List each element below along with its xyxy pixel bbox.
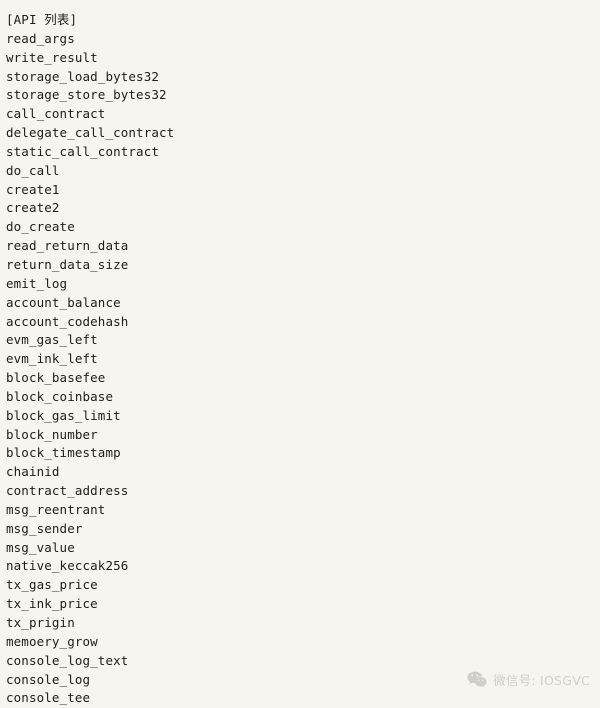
api-listing: [API 列表] read_argswrite_resultstorage_lo… — [0, 0, 600, 702]
api-list-item: call_contract — [6, 105, 600, 124]
api-list-item: write_result — [6, 49, 600, 68]
api-list-item: account_codehash — [6, 313, 600, 332]
api-list-item: msg_value — [6, 539, 600, 558]
api-list-item: create2 — [6, 199, 600, 218]
api-list-item: emit_log — [6, 275, 600, 294]
api-list-body: read_argswrite_resultstorage_load_bytes3… — [6, 30, 600, 708]
api-list-item: block_gas_limit — [6, 407, 600, 426]
api-list-item: block_coinbase — [6, 388, 600, 407]
api-list-item: delegate_call_contract — [6, 124, 600, 143]
api-list-heading: [API 列表] — [6, 11, 600, 30]
api-list-item: create1 — [6, 181, 600, 200]
api-list-item: native_keccak256 — [6, 557, 600, 576]
api-list-item: console_tee — [6, 689, 600, 708]
api-list-item: console_log — [6, 671, 600, 690]
api-list-item: storage_load_bytes32 — [6, 68, 600, 87]
api-list-item: contract_address — [6, 482, 600, 501]
api-list-item: block_timestamp — [6, 444, 600, 463]
api-list-item: chainid — [6, 463, 600, 482]
api-list-item: account_balance — [6, 294, 600, 313]
api-list-item: block_basefee — [6, 369, 600, 388]
api-list-item: read_args — [6, 30, 600, 49]
api-list-item: read_return_data — [6, 237, 600, 256]
api-list-item: return_data_size — [6, 256, 600, 275]
api-list-item: do_create — [6, 218, 600, 237]
api-list-item: tx_gas_price — [6, 576, 600, 595]
api-list-item: msg_sender — [6, 520, 600, 539]
api-list-item: msg_reentrant — [6, 501, 600, 520]
api-list-item: tx_ink_price — [6, 595, 600, 614]
api-list-item: evm_ink_left — [6, 350, 600, 369]
api-list-item: static_call_contract — [6, 143, 600, 162]
api-list-item: tx_prigin — [6, 614, 600, 633]
api-list-item: do_call — [6, 162, 600, 181]
api-list-item: console_log_text — [6, 652, 600, 671]
api-list-item: storage_store_bytes32 — [6, 86, 600, 105]
api-list-item: block_number — [6, 426, 600, 445]
api-list-item: evm_gas_left — [6, 331, 600, 350]
api-list-item: memoery_grow — [6, 633, 600, 652]
